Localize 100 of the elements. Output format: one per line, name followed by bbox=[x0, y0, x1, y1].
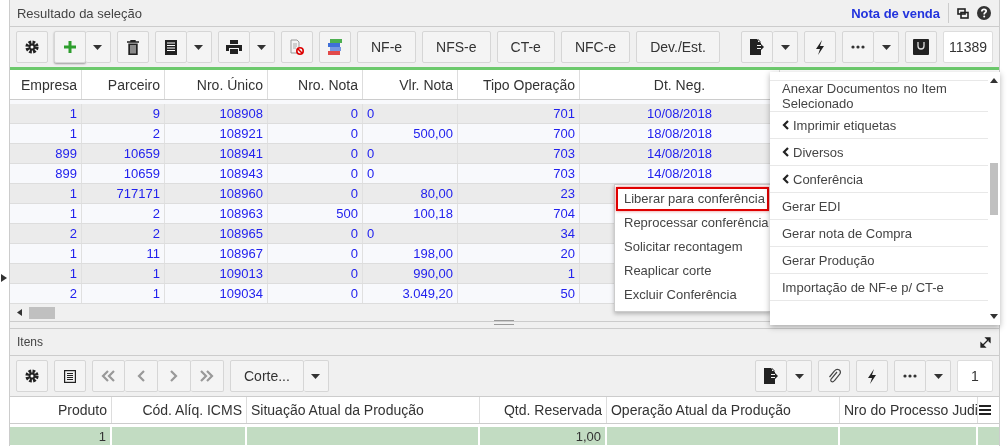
window-icon[interactable] bbox=[957, 7, 969, 19]
table-cell: 109013 bbox=[219, 266, 263, 281]
scrollbar-thumb[interactable] bbox=[29, 306, 55, 319]
menu-item[interactable]: Gerar nota de Compra bbox=[770, 220, 988, 247]
chevron-left-icon bbox=[137, 370, 145, 382]
menu-item[interactable]: Reprocessar conferência bbox=[616, 211, 769, 235]
menu-item-label: Imprimir etiquetas bbox=[793, 117, 897, 133]
add-dropdown-button[interactable] bbox=[86, 31, 111, 63]
toolbar-button[interactable]: Dev./Est. bbox=[636, 31, 720, 63]
column-header[interactable]: Nro. Único bbox=[165, 70, 268, 99]
caret-icon bbox=[194, 44, 204, 50]
settings-button[interactable] bbox=[16, 31, 48, 63]
menu-item-label: Gerar Produção bbox=[782, 252, 875, 268]
menu-item[interactable]: Importação de NF-e p/ CT-e bbox=[770, 274, 988, 301]
table-cell: 1 bbox=[69, 126, 77, 141]
help-icon[interactable] bbox=[977, 6, 991, 20]
table-cell: 2 bbox=[152, 206, 160, 221]
table-cell: 23 bbox=[560, 186, 575, 201]
cut-caret-button[interactable] bbox=[303, 360, 329, 392]
scrollbar-thumb[interactable] bbox=[990, 163, 998, 215]
menu-item[interactable]: Gerar EDI bbox=[770, 193, 988, 220]
panel-title: Resultado da seleção bbox=[17, 5, 142, 21]
export-button[interactable] bbox=[741, 31, 774, 63]
menu-item[interactable]: Reaplicar corte bbox=[616, 259, 769, 283]
toolbar-button[interactable]: CT-e bbox=[496, 31, 555, 63]
column-header[interactable]: Vlr. Nota bbox=[363, 70, 458, 99]
actions-button[interactable] bbox=[856, 360, 888, 392]
splitter-handle[interactable] bbox=[494, 319, 515, 325]
table-cell: 2 bbox=[69, 286, 77, 301]
table-cell: 108965 bbox=[219, 226, 263, 241]
column-header[interactable]: Nro. Nota bbox=[268, 70, 363, 99]
settings-button[interactable] bbox=[16, 360, 48, 392]
table-cell: 500,00 bbox=[413, 126, 453, 141]
column-header[interactable]: Tipo Operação bbox=[458, 70, 580, 99]
table-cell: 0 bbox=[367, 226, 375, 241]
dots-icon bbox=[903, 374, 917, 378]
menu-item[interactable]: Diversos bbox=[770, 139, 988, 166]
more-dropdown-button[interactable] bbox=[926, 360, 951, 392]
toolbar-button[interactable]: NFS-e bbox=[422, 31, 491, 63]
menu-item[interactable]: Liberar para conferência bbox=[616, 187, 769, 211]
bag-button[interactable] bbox=[905, 31, 938, 63]
table-cell: 80,00 bbox=[420, 186, 453, 201]
table-cell: 108941 bbox=[219, 146, 263, 161]
menu-item[interactable]: Imprimir etiquetas bbox=[770, 112, 988, 139]
printer-icon bbox=[226, 40, 242, 54]
column-header[interactable]: Cód. Alíq. ICMS bbox=[112, 397, 247, 423]
table-cell: 1 bbox=[152, 286, 160, 301]
column-header[interactable]: Produto bbox=[10, 397, 112, 423]
double-chevron-right-icon bbox=[200, 370, 214, 382]
expand-icon[interactable] bbox=[980, 336, 991, 348]
table-cell: 0 bbox=[350, 146, 358, 161]
table-cell: 14/08/2018 bbox=[646, 146, 712, 161]
print-dropdown-button[interactable] bbox=[250, 31, 275, 63]
delete-button[interactable] bbox=[117, 31, 149, 63]
menu-item-label: Gerar nota de Compra bbox=[782, 225, 913, 241]
list-button[interactable] bbox=[155, 31, 187, 63]
table-cell: 717171 bbox=[116, 186, 160, 201]
export-dropdown-button[interactable] bbox=[787, 360, 812, 392]
export-button[interactable] bbox=[755, 360, 787, 392]
column-header[interactable]: Parceiro bbox=[82, 70, 165, 99]
menu-item[interactable]: Gerar Produção bbox=[770, 247, 988, 274]
menu-item[interactable]: Conferência bbox=[770, 166, 988, 193]
table-cell: 1 bbox=[69, 186, 77, 201]
color-bars-button[interactable] bbox=[319, 31, 351, 63]
color-bars-icon bbox=[328, 39, 342, 55]
table-cell: 3.049,20 bbox=[402, 286, 453, 301]
menu-item[interactable]: Anexar Documentos no Item Selecionado bbox=[770, 81, 988, 112]
add-button[interactable] bbox=[54, 31, 86, 63]
column-header[interactable]: Nro do Processo Judi bbox=[840, 397, 978, 423]
more-dropdown-button[interactable] bbox=[874, 31, 900, 63]
menu-item[interactable]: Excluir Conferência bbox=[616, 283, 769, 307]
cancel-document-button[interactable] bbox=[281, 31, 313, 63]
print-button[interactable] bbox=[218, 31, 250, 63]
expand-arrow-icon[interactable] bbox=[1, 274, 7, 282]
toolbar-button[interactable]: NF-e bbox=[357, 31, 417, 63]
cut-dropdown-button[interactable]: Corte... bbox=[230, 360, 304, 392]
attach-button[interactable] bbox=[818, 360, 850, 392]
menu-icon[interactable] bbox=[979, 405, 991, 415]
scroll-up-icon[interactable] bbox=[990, 78, 998, 83]
scroll-down-icon[interactable] bbox=[990, 314, 998, 319]
caret-icon bbox=[780, 44, 790, 50]
sale-note-link[interactable]: Nota de venda bbox=[851, 5, 940, 21]
actions-button[interactable] bbox=[804, 31, 837, 63]
bag-icon bbox=[913, 39, 930, 55]
column-header[interactable]: Situação Atual da Produção bbox=[247, 397, 480, 423]
scroll-left-icon[interactable] bbox=[17, 309, 22, 316]
list-dropdown-button[interactable] bbox=[187, 31, 212, 63]
column-header[interactable]: Operação Atual da Produção bbox=[607, 397, 840, 423]
toolbar-button[interactable]: NFC-e bbox=[560, 31, 631, 63]
menu-item[interactable]: Solicitar recontagem bbox=[616, 235, 769, 259]
table-cell: 11 bbox=[146, 246, 160, 261]
record-count-field[interactable]: 11389 bbox=[943, 31, 993, 63]
form-view-button[interactable] bbox=[54, 360, 86, 392]
menu-item-label: Gerar EDI bbox=[782, 198, 841, 214]
export-dropdown-button[interactable] bbox=[773, 31, 799, 63]
table-cell: 108960 bbox=[219, 186, 263, 201]
column-header[interactable]: Empresa bbox=[10, 70, 82, 99]
record-count-field[interactable]: 1 bbox=[957, 360, 993, 392]
column-header[interactable]: Qtd. Reservada bbox=[480, 397, 607, 423]
table-cell: 0 bbox=[350, 186, 358, 201]
